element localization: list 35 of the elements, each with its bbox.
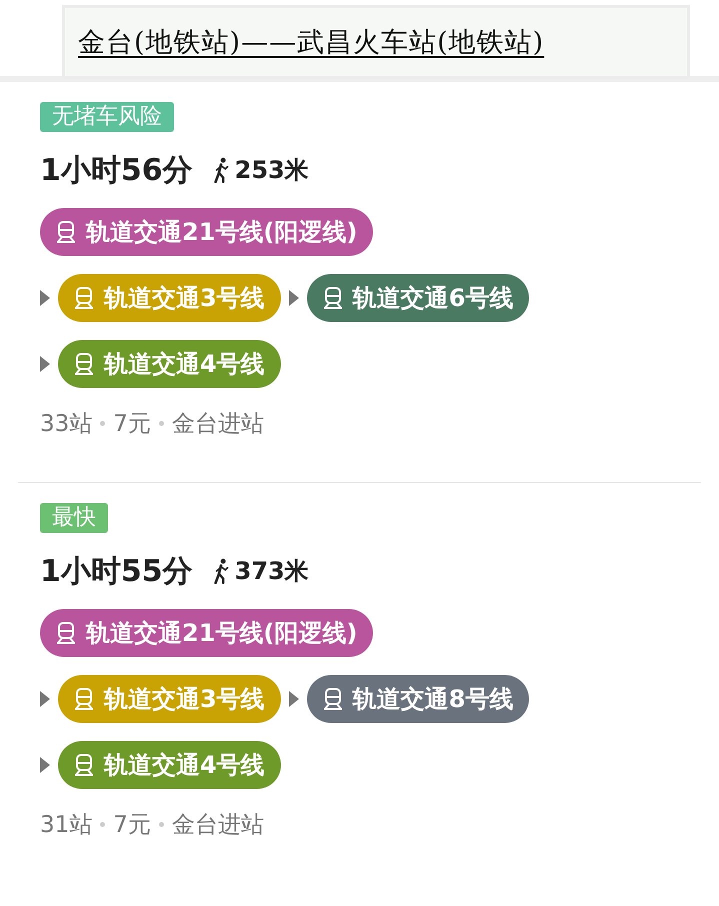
line-pill: 轨道交通4号线 [58, 340, 281, 388]
line-pill: 轨道交通21号线(阳逻线) [40, 609, 374, 657]
route-info: 金台进站 [172, 811, 264, 840]
arrow-icon [288, 290, 299, 306]
arrow-icon [40, 290, 50, 306]
walking-person-icon [212, 558, 229, 584]
duration: 1小时56分 [40, 152, 193, 190]
train-icon [54, 621, 78, 645]
walk-distance: 373米 [234, 556, 309, 587]
line-pill: 轨道交通8号线 [306, 675, 530, 723]
line-pill: 轨道交通4号线 [58, 741, 281, 789]
route-info: 金台进站 [172, 410, 264, 439]
route-info: 33站 [40, 410, 92, 439]
train-icon [72, 753, 96, 777]
line-pill: 轨道交通21号线(阳逻线) [40, 208, 374, 256]
train-icon [72, 687, 96, 711]
arrow-icon [40, 691, 50, 707]
route-info: 7元 [113, 811, 151, 840]
arrow-icon [40, 757, 50, 773]
walk-distance: 253米 [234, 155, 309, 186]
route-tag: 最快 [40, 503, 108, 533]
line-pill: 轨道交通3号线 [58, 274, 281, 322]
arrow-icon [288, 691, 299, 707]
train-icon [54, 220, 78, 244]
route-info: 7元 [113, 410, 151, 439]
duration: 1小时55分 [40, 552, 193, 590]
train-icon [72, 352, 96, 376]
walking-person-icon [212, 157, 229, 183]
route-tag: 无堵车风险 [40, 102, 174, 132]
route-info: 31站 [40, 811, 92, 840]
train-icon [72, 286, 96, 310]
line-pill: 轨道交通6号线 [306, 274, 530, 322]
arrow-icon [40, 356, 50, 372]
route-title: 金台(地铁站)——武昌火车站(地铁站) [78, 26, 544, 60]
line-pill: 轨道交通3号线 [58, 675, 281, 723]
